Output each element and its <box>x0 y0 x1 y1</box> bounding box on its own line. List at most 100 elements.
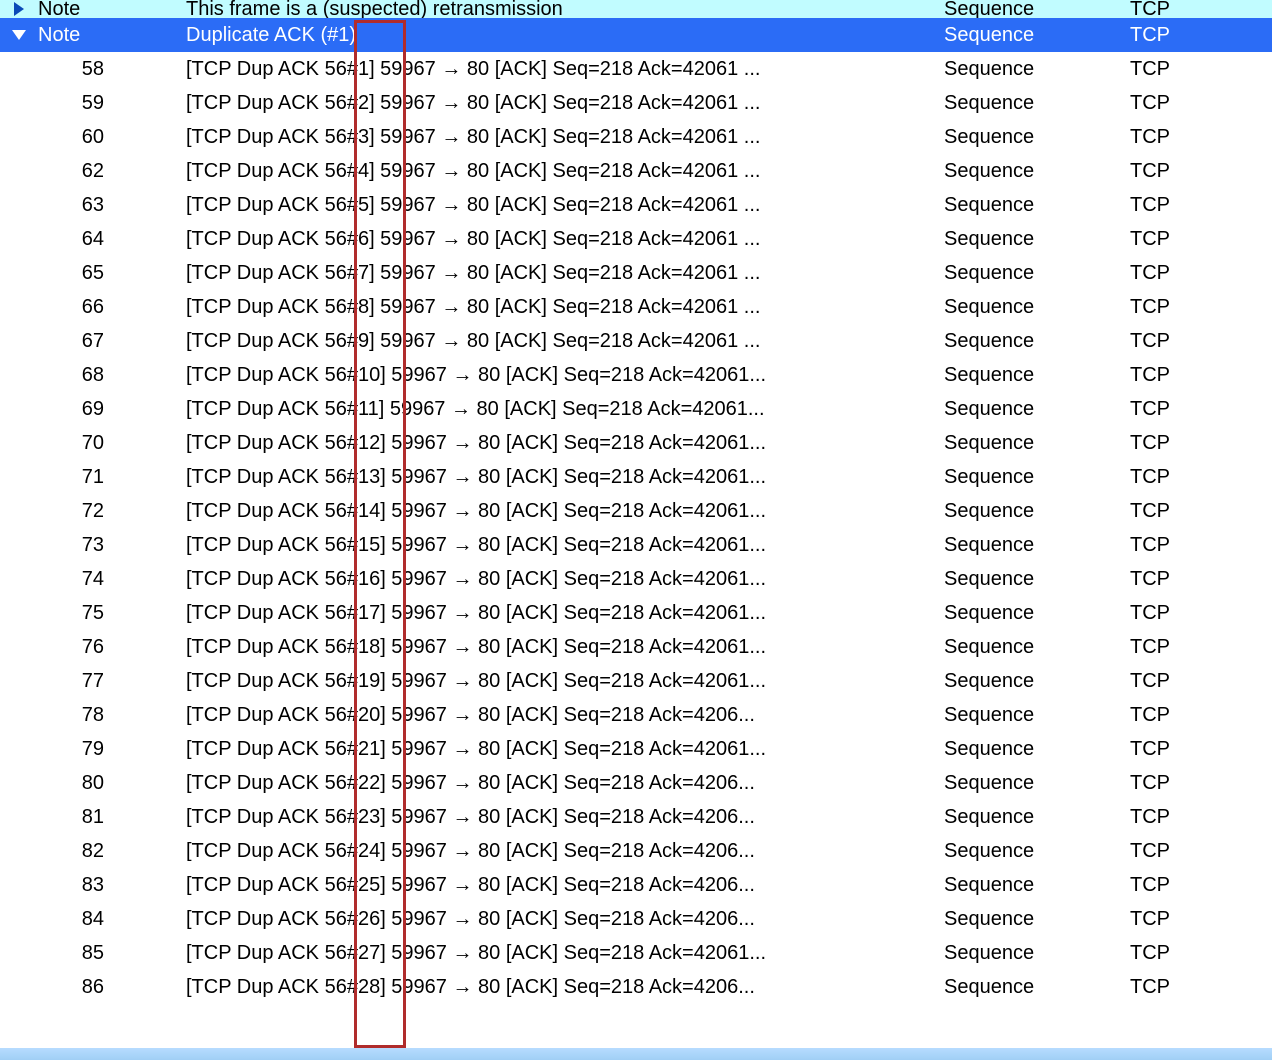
packet-info: [TCP Dup ACK 56#6] 59967 → 80 [ACK] Seq=… <box>186 228 938 251</box>
packet-protocol: TCP <box>1130 874 1272 897</box>
packet-info: [TCP Dup ACK 56#2] 59967 → 80 [ACK] Seq=… <box>186 92 938 115</box>
packet-row[interactable]: 65[TCP Dup ACK 56#7] 59967 → 80 [ACK] Se… <box>0 256 1272 290</box>
packet-sequence-label: Sequence <box>938 636 1130 659</box>
packet-row[interactable]: 83[TCP Dup ACK 56#25] 59967 → 80 [ACK] S… <box>0 868 1272 902</box>
packet-sequence-label: Sequence <box>938 160 1130 183</box>
packet-number: 84 <box>0 908 186 931</box>
packet-row[interactable]: 77[TCP Dup ACK 56#19] 59967 → 80 [ACK] S… <box>0 664 1272 698</box>
packet-sequence-label: Sequence <box>938 840 1130 863</box>
packet-row[interactable]: 68[TCP Dup ACK 56#10] 59967 → 80 [ACK] S… <box>0 358 1272 392</box>
packet-row[interactable]: 60[TCP Dup ACK 56#3] 59967 → 80 [ACK] Se… <box>0 120 1272 154</box>
packet-row[interactable]: 69[TCP Dup ACK 56#11] 59967 → 80 [ACK] S… <box>0 392 1272 426</box>
packet-protocol: TCP <box>1130 602 1272 625</box>
packet-sequence-label: Sequence <box>938 194 1130 217</box>
packet-number: 82 <box>0 840 186 863</box>
packet-sequence-label: Sequence <box>938 738 1130 761</box>
packet-number: 73 <box>0 534 186 557</box>
packet-row[interactable]: 74[TCP Dup ACK 56#16] 59967 → 80 [ACK] S… <box>0 562 1272 596</box>
packet-info: [TCP Dup ACK 56#21] 59967 → 80 [ACK] Seq… <box>186 738 938 761</box>
packet-row[interactable]: 66[TCP Dup ACK 56#8] 59967 → 80 [ACK] Se… <box>0 290 1272 324</box>
packet-protocol: TCP <box>1130 636 1272 659</box>
packet-protocol: TCP <box>1130 840 1272 863</box>
packet-info: [TCP Dup ACK 56#11] 59967 → 80 [ACK] Seq… <box>186 398 938 421</box>
packet-info: [TCP Dup ACK 56#16] 59967 → 80 [ACK] Seq… <box>186 568 938 591</box>
packet-sequence-label: Sequence <box>938 432 1130 455</box>
packet-number: 80 <box>0 772 186 795</box>
note-label: Note <box>38 24 186 47</box>
packet-info: [TCP Dup ACK 56#18] 59967 → 80 [ACK] Seq… <box>186 636 938 659</box>
packet-sequence-label: Sequence <box>938 330 1130 353</box>
packet-number: 66 <box>0 296 186 319</box>
packet-sequence-label: Sequence <box>938 976 1130 999</box>
packet-protocol: TCP <box>1130 908 1272 931</box>
packet-row[interactable]: 58[TCP Dup ACK 56#1] 59967 → 80 [ACK] Se… <box>0 52 1272 86</box>
expand-icon[interactable] <box>0 0 38 18</box>
packet-number: 67 <box>0 330 186 353</box>
packet-row[interactable]: 71[TCP Dup ACK 56#13] 59967 → 80 [ACK] S… <box>0 460 1272 494</box>
packet-number: 71 <box>0 466 186 489</box>
packet-row[interactable]: 84[TCP Dup ACK 56#26] 59967 → 80 [ACK] S… <box>0 902 1272 936</box>
packet-protocol: TCP <box>1130 704 1272 727</box>
packet-row[interactable]: 82[TCP Dup ACK 56#24] 59967 → 80 [ACK] S… <box>0 834 1272 868</box>
packet-info: [TCP Dup ACK 56#8] 59967 → 80 [ACK] Seq=… <box>186 296 938 319</box>
packet-row[interactable]: 67[TCP Dup ACK 56#9] 59967 → 80 [ACK] Se… <box>0 324 1272 358</box>
packet-row[interactable]: 73[TCP Dup ACK 56#15] 59967 → 80 [ACK] S… <box>0 528 1272 562</box>
packet-info: [TCP Dup ACK 56#19] 59967 → 80 [ACK] Seq… <box>186 670 938 693</box>
packet-protocol: TCP <box>1130 398 1272 421</box>
packet-number: 81 <box>0 806 186 829</box>
packet-info: [TCP Dup ACK 56#3] 59967 → 80 [ACK] Seq=… <box>186 126 938 149</box>
packet-row[interactable]: 63[TCP Dup ACK 56#5] 59967 → 80 [ACK] Se… <box>0 188 1272 222</box>
packet-info: [TCP Dup ACK 56#15] 59967 → 80 [ACK] Seq… <box>186 534 938 557</box>
packet-info: [TCP Dup ACK 56#5] 59967 → 80 [ACK] Seq=… <box>186 194 938 217</box>
packet-row[interactable]: 80[TCP Dup ACK 56#22] 59967 → 80 [ACK] S… <box>0 766 1272 800</box>
packet-number: 83 <box>0 874 186 897</box>
proto-label: TCP <box>1130 24 1272 47</box>
packet-sequence-label: Sequence <box>938 364 1130 387</box>
packet-sequence-label: Sequence <box>938 58 1130 81</box>
packet-sequence-label: Sequence <box>938 534 1130 557</box>
group-row-retransmission[interactable]: Note This frame is a (suspected) retrans… <box>0 0 1272 18</box>
packet-info: [TCP Dup ACK 56#28] 59967 → 80 [ACK] Seq… <box>186 976 938 999</box>
packet-sequence-label: Sequence <box>938 772 1130 795</box>
packet-row[interactable]: 64[TCP Dup ACK 56#6] 59967 → 80 [ACK] Se… <box>0 222 1272 256</box>
packet-row[interactable]: 76[TCP Dup ACK 56#18] 59967 → 80 [ACK] S… <box>0 630 1272 664</box>
packet-row[interactable]: 81[TCP Dup ACK 56#23] 59967 → 80 [ACK] S… <box>0 800 1272 834</box>
packet-sequence-label: Sequence <box>938 908 1130 931</box>
packet-protocol: TCP <box>1130 534 1272 557</box>
packet-row[interactable]: 75[TCP Dup ACK 56#17] 59967 → 80 [ACK] S… <box>0 596 1272 630</box>
packet-sequence-label: Sequence <box>938 704 1130 727</box>
packet-row[interactable]: 85[TCP Dup ACK 56#27] 59967 → 80 [ACK] S… <box>0 936 1272 970</box>
packet-protocol: TCP <box>1130 126 1272 149</box>
packet-row[interactable]: 86[TCP Dup ACK 56#28] 59967 → 80 [ACK] S… <box>0 970 1272 1004</box>
packet-row[interactable]: 59[TCP Dup ACK 56#2] 59967 → 80 [ACK] Se… <box>0 86 1272 120</box>
packet-info: [TCP Dup ACK 56#26] 59967 → 80 [ACK] Seq… <box>186 908 938 931</box>
packet-row[interactable]: 79[TCP Dup ACK 56#21] 59967 → 80 [ACK] S… <box>0 732 1272 766</box>
group-info: This frame is a (suspected) retransmissi… <box>186 0 938 18</box>
packet-sequence-label: Sequence <box>938 228 1130 251</box>
packet-row[interactable]: 62[TCP Dup ACK 56#4] 59967 → 80 [ACK] Se… <box>0 154 1272 188</box>
packet-sequence-label: Sequence <box>938 466 1130 489</box>
packet-info: [TCP Dup ACK 56#17] 59967 → 80 [ACK] Seq… <box>186 602 938 625</box>
packet-protocol: TCP <box>1130 160 1272 183</box>
packet-sequence-label: Sequence <box>938 874 1130 897</box>
packet-protocol: TCP <box>1130 466 1272 489</box>
packet-row[interactable]: 72[TCP Dup ACK 56#14] 59967 → 80 [ACK] S… <box>0 494 1272 528</box>
packet-row[interactable]: 78[TCP Dup ACK 56#20] 59967 → 80 [ACK] S… <box>0 698 1272 732</box>
packet-number: 58 <box>0 58 186 81</box>
packet-info: [TCP Dup ACK 56#4] 59967 → 80 [ACK] Seq=… <box>186 160 938 183</box>
packet-protocol: TCP <box>1130 670 1272 693</box>
packet-sequence-label: Sequence <box>938 500 1130 523</box>
packet-number: 64 <box>0 228 186 251</box>
packet-sequence-label: Sequence <box>938 398 1130 421</box>
packet-info: [TCP Dup ACK 56#24] 59967 → 80 [ACK] Seq… <box>186 840 938 863</box>
packet-row[interactable]: 70[TCP Dup ACK 56#12] 59967 → 80 [ACK] S… <box>0 426 1272 460</box>
packet-number: 62 <box>0 160 186 183</box>
seq-label: Sequence <box>938 0 1130 18</box>
group-info: Duplicate ACK (#1) <box>186 24 938 47</box>
packet-list: 58[TCP Dup ACK 56#1] 59967 → 80 [ACK] Se… <box>0 52 1272 1004</box>
collapse-icon[interactable] <box>0 26 38 44</box>
packet-info: [TCP Dup ACK 56#22] 59967 → 80 [ACK] Seq… <box>186 772 938 795</box>
packet-number: 76 <box>0 636 186 659</box>
group-row-duplicate-ack[interactable]: Note Duplicate ACK (#1) Sequence TCP <box>0 18 1272 52</box>
packet-info: [TCP Dup ACK 56#25] 59967 → 80 [ACK] Seq… <box>186 874 938 897</box>
